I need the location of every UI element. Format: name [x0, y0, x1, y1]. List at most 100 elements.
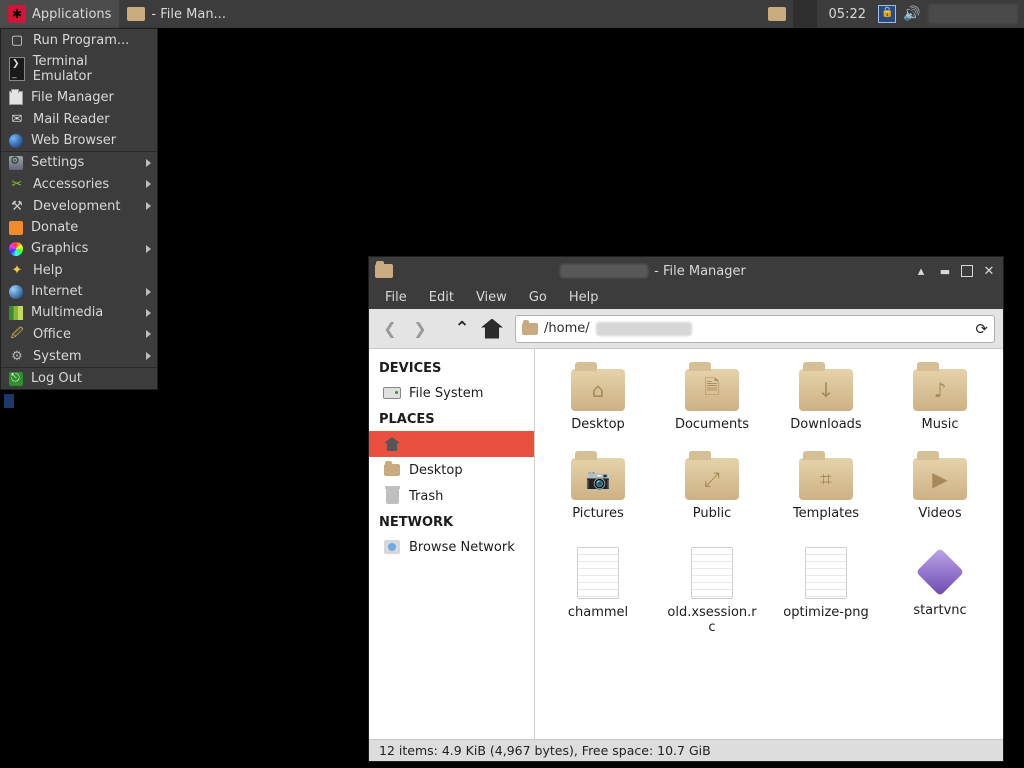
- menu-item-label: Web Browser: [31, 133, 116, 148]
- file-label: old.xsession.rc: [665, 605, 759, 635]
- mail-icon: [9, 111, 25, 127]
- menu-item-donate[interactable]: Donate: [1, 217, 157, 238]
- file-item-documents[interactable]: 🗎Documents: [661, 365, 763, 436]
- nav-back-button[interactable]: [377, 316, 403, 342]
- file-item-pictures[interactable]: 📷 Pictures: [547, 454, 649, 525]
- menu-item-multimedia[interactable]: Multimedia: [1, 302, 157, 323]
- menu-item-development[interactable]: Development: [1, 195, 157, 217]
- menu-go[interactable]: Go: [519, 288, 557, 307]
- network-icon: [384, 540, 400, 554]
- sidebar-item-file-system[interactable]: File System: [369, 380, 534, 406]
- tray-volume-icon[interactable]: 🔊: [902, 4, 922, 24]
- menu-item-label: Internet: [31, 284, 83, 299]
- menu-view[interactable]: View: [466, 288, 517, 307]
- menu-item-help[interactable]: Help: [1, 259, 157, 281]
- system-icon: [9, 348, 25, 364]
- file-item-optimize-png[interactable]: optimize-png: [775, 543, 877, 639]
- nav-home-button[interactable]: [479, 316, 505, 342]
- taskbar-item-filemanager[interactable]: - File Man...: [119, 0, 240, 28]
- file-item-old-xsession-rc[interactable]: old.xsession.rc: [661, 543, 763, 639]
- statusbar-text: 12 items: 4.9 KiB (4,967 bytes), Free sp…: [379, 743, 711, 758]
- title-redacted: [560, 264, 648, 278]
- window-shade-button[interactable]: [913, 263, 929, 279]
- menu-edit[interactable]: Edit: [419, 288, 464, 307]
- file-item-chammel[interactable]: chammel: [547, 543, 649, 639]
- help-icon: [9, 262, 25, 278]
- dev-icon: [9, 198, 25, 214]
- tray-folder-icon[interactable]: [767, 4, 787, 24]
- sidebar-item-label: Trash: [409, 489, 443, 504]
- sidebar-item-browse-network[interactable]: Browse Network: [369, 534, 534, 560]
- file-item-videos[interactable]: ▶Videos: [889, 454, 991, 525]
- menu-item-run-program[interactable]: Run Program...: [1, 29, 157, 51]
- menu-item-log-out[interactable]: Log Out: [1, 368, 157, 389]
- file-item-templates[interactable]: ⌗Templates: [775, 454, 877, 525]
- panel-clock[interactable]: 05:22: [823, 7, 872, 22]
- menu-item-label: Log Out: [31, 371, 82, 386]
- sidebar-item-home[interactable]: [369, 431, 534, 457]
- office-icon: [9, 326, 25, 342]
- distro-logo-icon: [8, 5, 26, 23]
- menu-item-system[interactable]: System: [1, 345, 157, 367]
- file-item-music[interactable]: ♪Music: [889, 365, 991, 436]
- nav-forward-button[interactable]: [407, 316, 433, 342]
- menu-item-accessories[interactable]: Accessories: [1, 173, 157, 195]
- home-icon: [384, 437, 400, 451]
- menu-file[interactable]: File: [375, 288, 417, 307]
- titlebar-folder-icon: [375, 264, 393, 278]
- file-label: Pictures: [572, 506, 623, 521]
- gfx-icon: [9, 242, 23, 256]
- file-item-desktop[interactable]: ⌂Desktop: [547, 365, 649, 436]
- menu-item-mail-reader[interactable]: Mail Reader: [1, 108, 157, 130]
- drive-icon: [383, 387, 401, 399]
- folder-icon: [384, 464, 400, 476]
- menu-item-graphics[interactable]: Graphics: [1, 238, 157, 259]
- menu-item-label: Terminal Emulator: [33, 54, 149, 84]
- submenu-arrow-icon: [146, 245, 151, 253]
- menu-item-settings[interactable]: Settings: [1, 152, 157, 173]
- desktop-stray-icon: [4, 394, 14, 408]
- trash-icon: [386, 489, 399, 504]
- submenu-arrow-icon: [146, 159, 151, 167]
- mm-icon: [9, 306, 23, 320]
- applications-menu-button[interactable]: Applications: [0, 0, 119, 28]
- sidebar-item-desktop[interactable]: Desktop: [369, 457, 534, 483]
- menu-item-office[interactable]: Office: [1, 323, 157, 345]
- folder-icon: ▶: [913, 458, 967, 500]
- file-item-downloads[interactable]: ↓Downloads: [775, 365, 877, 436]
- donate-icon: [9, 221, 23, 235]
- location-bar[interactable]: /home/ ⟳: [515, 315, 995, 343]
- file-item-startvnc[interactable]: startvnc: [889, 543, 991, 639]
- submenu-arrow-icon: [146, 309, 151, 317]
- menu-item-internet[interactable]: Internet: [1, 281, 157, 302]
- file-label: Documents: [675, 417, 749, 432]
- window-close-button[interactable]: [981, 263, 997, 279]
- file-item-public[interactable]: ⤢Public: [661, 454, 763, 525]
- nav-up-button[interactable]: [449, 316, 475, 342]
- tray-encryption-icon[interactable]: [878, 5, 896, 23]
- menu-help[interactable]: Help: [559, 288, 609, 307]
- file-label: Templates: [793, 506, 859, 521]
- applications-menu: Run Program... Terminal Emulator File Mana…: [0, 28, 158, 390]
- window-maximize-button[interactable]: [961, 265, 973, 277]
- window-titlebar[interactable]: - File Manager: [369, 257, 1003, 285]
- menu-item-label: Mail Reader: [33, 112, 110, 127]
- window-buttons: [913, 263, 997, 279]
- menu-item-label: Donate: [31, 220, 78, 235]
- menu-item-web-browser[interactable]: Web Browser: [1, 130, 157, 151]
- sidebar-header-places: PLACES: [369, 406, 534, 431]
- menubar: FileEditViewGoHelp: [369, 285, 1003, 309]
- reload-button[interactable]: ⟳: [975, 320, 988, 338]
- file-pane[interactable]: ⌂Desktop🗎Documents↓Downloads♪Music 📷 Pictu…: [535, 349, 1003, 739]
- sidebar-item-label: Desktop: [409, 463, 463, 478]
- menu-item-label: Accessories: [33, 177, 109, 192]
- text-file-icon: [577, 547, 619, 599]
- menu-item-file-manager[interactable]: File Manager: [1, 87, 157, 108]
- file-label: startvnc: [913, 603, 966, 618]
- sidebar-item-trash[interactable]: Trash: [369, 483, 534, 509]
- menu-item-terminal-emulator[interactable]: Terminal Emulator: [1, 51, 157, 87]
- sidebar-header-network: NETWORK: [369, 509, 534, 534]
- files-grid: ⌂Desktop🗎Documents↓Downloads♪Music 📷 Pictu…: [547, 365, 991, 639]
- folder-icon: 📷: [571, 458, 625, 500]
- window-minimize-button[interactable]: [937, 263, 953, 279]
